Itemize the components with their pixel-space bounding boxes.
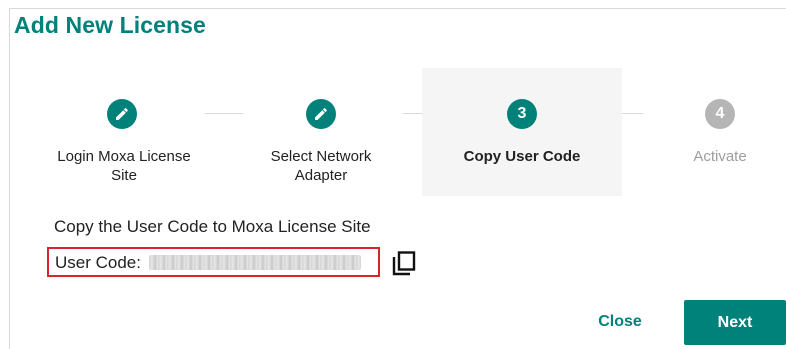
step-1-label: Login Moxa License Site	[57, 148, 191, 184]
user-code-label: User Code:	[55, 253, 141, 272]
pencil-icon	[315, 108, 327, 120]
add-license-dialog: Add New License Login Moxa License Site …	[0, 0, 786, 349]
step-2-indicator	[306, 99, 336, 129]
dialog-title: Add New License	[14, 12, 206, 38]
step-3-indicator: 3	[507, 99, 537, 129]
step-1-indicator	[107, 99, 137, 129]
step-copy-user-code: 3 Copy User Code	[422, 68, 622, 196]
copy-icon-graphic	[392, 251, 416, 276]
dialog-left-border	[9, 8, 10, 349]
next-button[interactable]: Next	[684, 300, 786, 345]
dialog-top-border	[9, 8, 786, 9]
step-2-label: Select Network Adapter	[270, 148, 372, 184]
copy-instruction: Copy the User Code to Moxa License Site	[54, 217, 371, 236]
copy-icon[interactable]	[391, 250, 417, 276]
step-activate: 4 Activate	[620, 68, 786, 196]
step-login-moxa-license-site: Login Moxa License Site	[22, 68, 222, 196]
license-stepper: Login Moxa License Site Select Network A…	[20, 68, 780, 196]
step-3-label: Copy User Code	[463, 148, 581, 165]
close-button[interactable]: Close	[585, 306, 655, 338]
step-select-network-adapter: Select Network Adapter	[221, 68, 421, 196]
user-code-box: User Code:	[47, 247, 380, 277]
step-4-label: Activate	[693, 148, 747, 165]
user-code-value-redacted	[149, 255, 361, 270]
pencil-icon	[116, 108, 128, 120]
step-4-indicator: 4	[705, 99, 735, 129]
